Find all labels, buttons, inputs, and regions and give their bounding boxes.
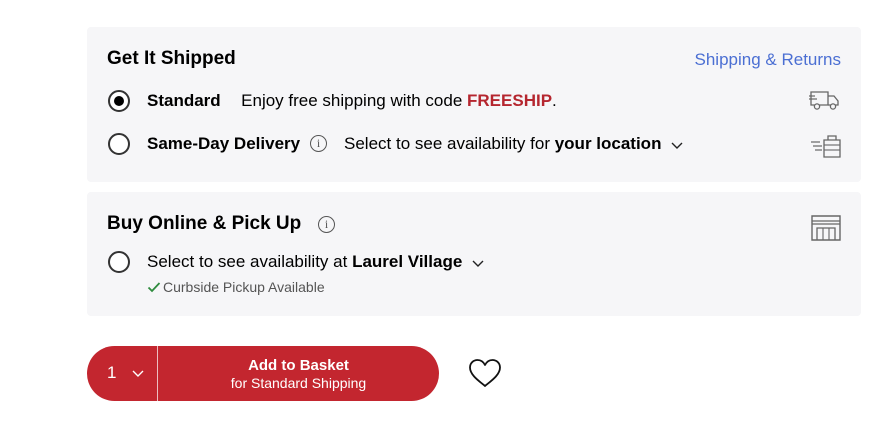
shipping-returns-link[interactable]: Shipping & Returns [695,49,841,71]
same-day-delivery-radio[interactable] [108,133,130,155]
checkmark-icon [147,282,161,293]
same-day-delivery-option[interactable]: Same-Day Delivery [147,133,300,155]
standard-shipping-radio[interactable] [108,90,130,112]
location-name: your location [554,134,662,153]
chevron-down-icon [472,260,484,267]
pickup-info-icon[interactable]: i [318,216,335,233]
same-day-label: Same-Day Delivery [147,134,301,153]
same-day-location-selector[interactable]: Select to see availability for your loca… [344,133,684,155]
fast-package-icon [811,135,841,158]
add-to-basket-label: Add to Basket [248,357,349,374]
same-day-info-icon[interactable]: i [310,135,327,152]
pickup-panel: Buy Online & Pick Up i Select to see ava… [87,192,861,316]
quantity-select[interactable]: 1 [87,346,157,401]
heart-icon[interactable] [467,357,503,389]
curbside-label: Curbside Pickup Available [163,279,325,295]
standard-label: Standard [147,91,221,110]
delivery-truck-icon [809,91,839,110]
pickup-store-selector[interactable]: Select to see availability at Laurel Vil… [147,251,485,273]
standard-shipping-option[interactable]: Standard Enjoy free shipping with code F… [147,90,557,112]
pickup-radio[interactable] [108,251,130,273]
add-to-basket-button[interactable]: Add to Basket for Standard Shipping [157,346,439,401]
standard-suffix: . [552,91,557,110]
shipping-panel: Get It Shipped Shipping & Returns Standa… [87,27,861,182]
promo-code: FREESHIP [467,91,553,110]
shipping-title: Get It Shipped [107,48,236,69]
chevron-down-icon [132,370,144,377]
store-name: Laurel Village [352,252,463,271]
pickup-description: Select to see availability at [147,252,353,271]
same-day-description: Select to see availability for [344,134,555,153]
standard-description: Enjoy free shipping with code [241,91,468,110]
add-to-basket-sublabel: for Standard Shipping [230,375,367,391]
chevron-down-icon [671,142,683,149]
store-icon [811,215,841,241]
curbside-status: Curbside Pickup Available [147,278,325,296]
pickup-title: Buy Online & Pick Up [107,213,302,234]
quantity-value: 1 [107,363,117,382]
